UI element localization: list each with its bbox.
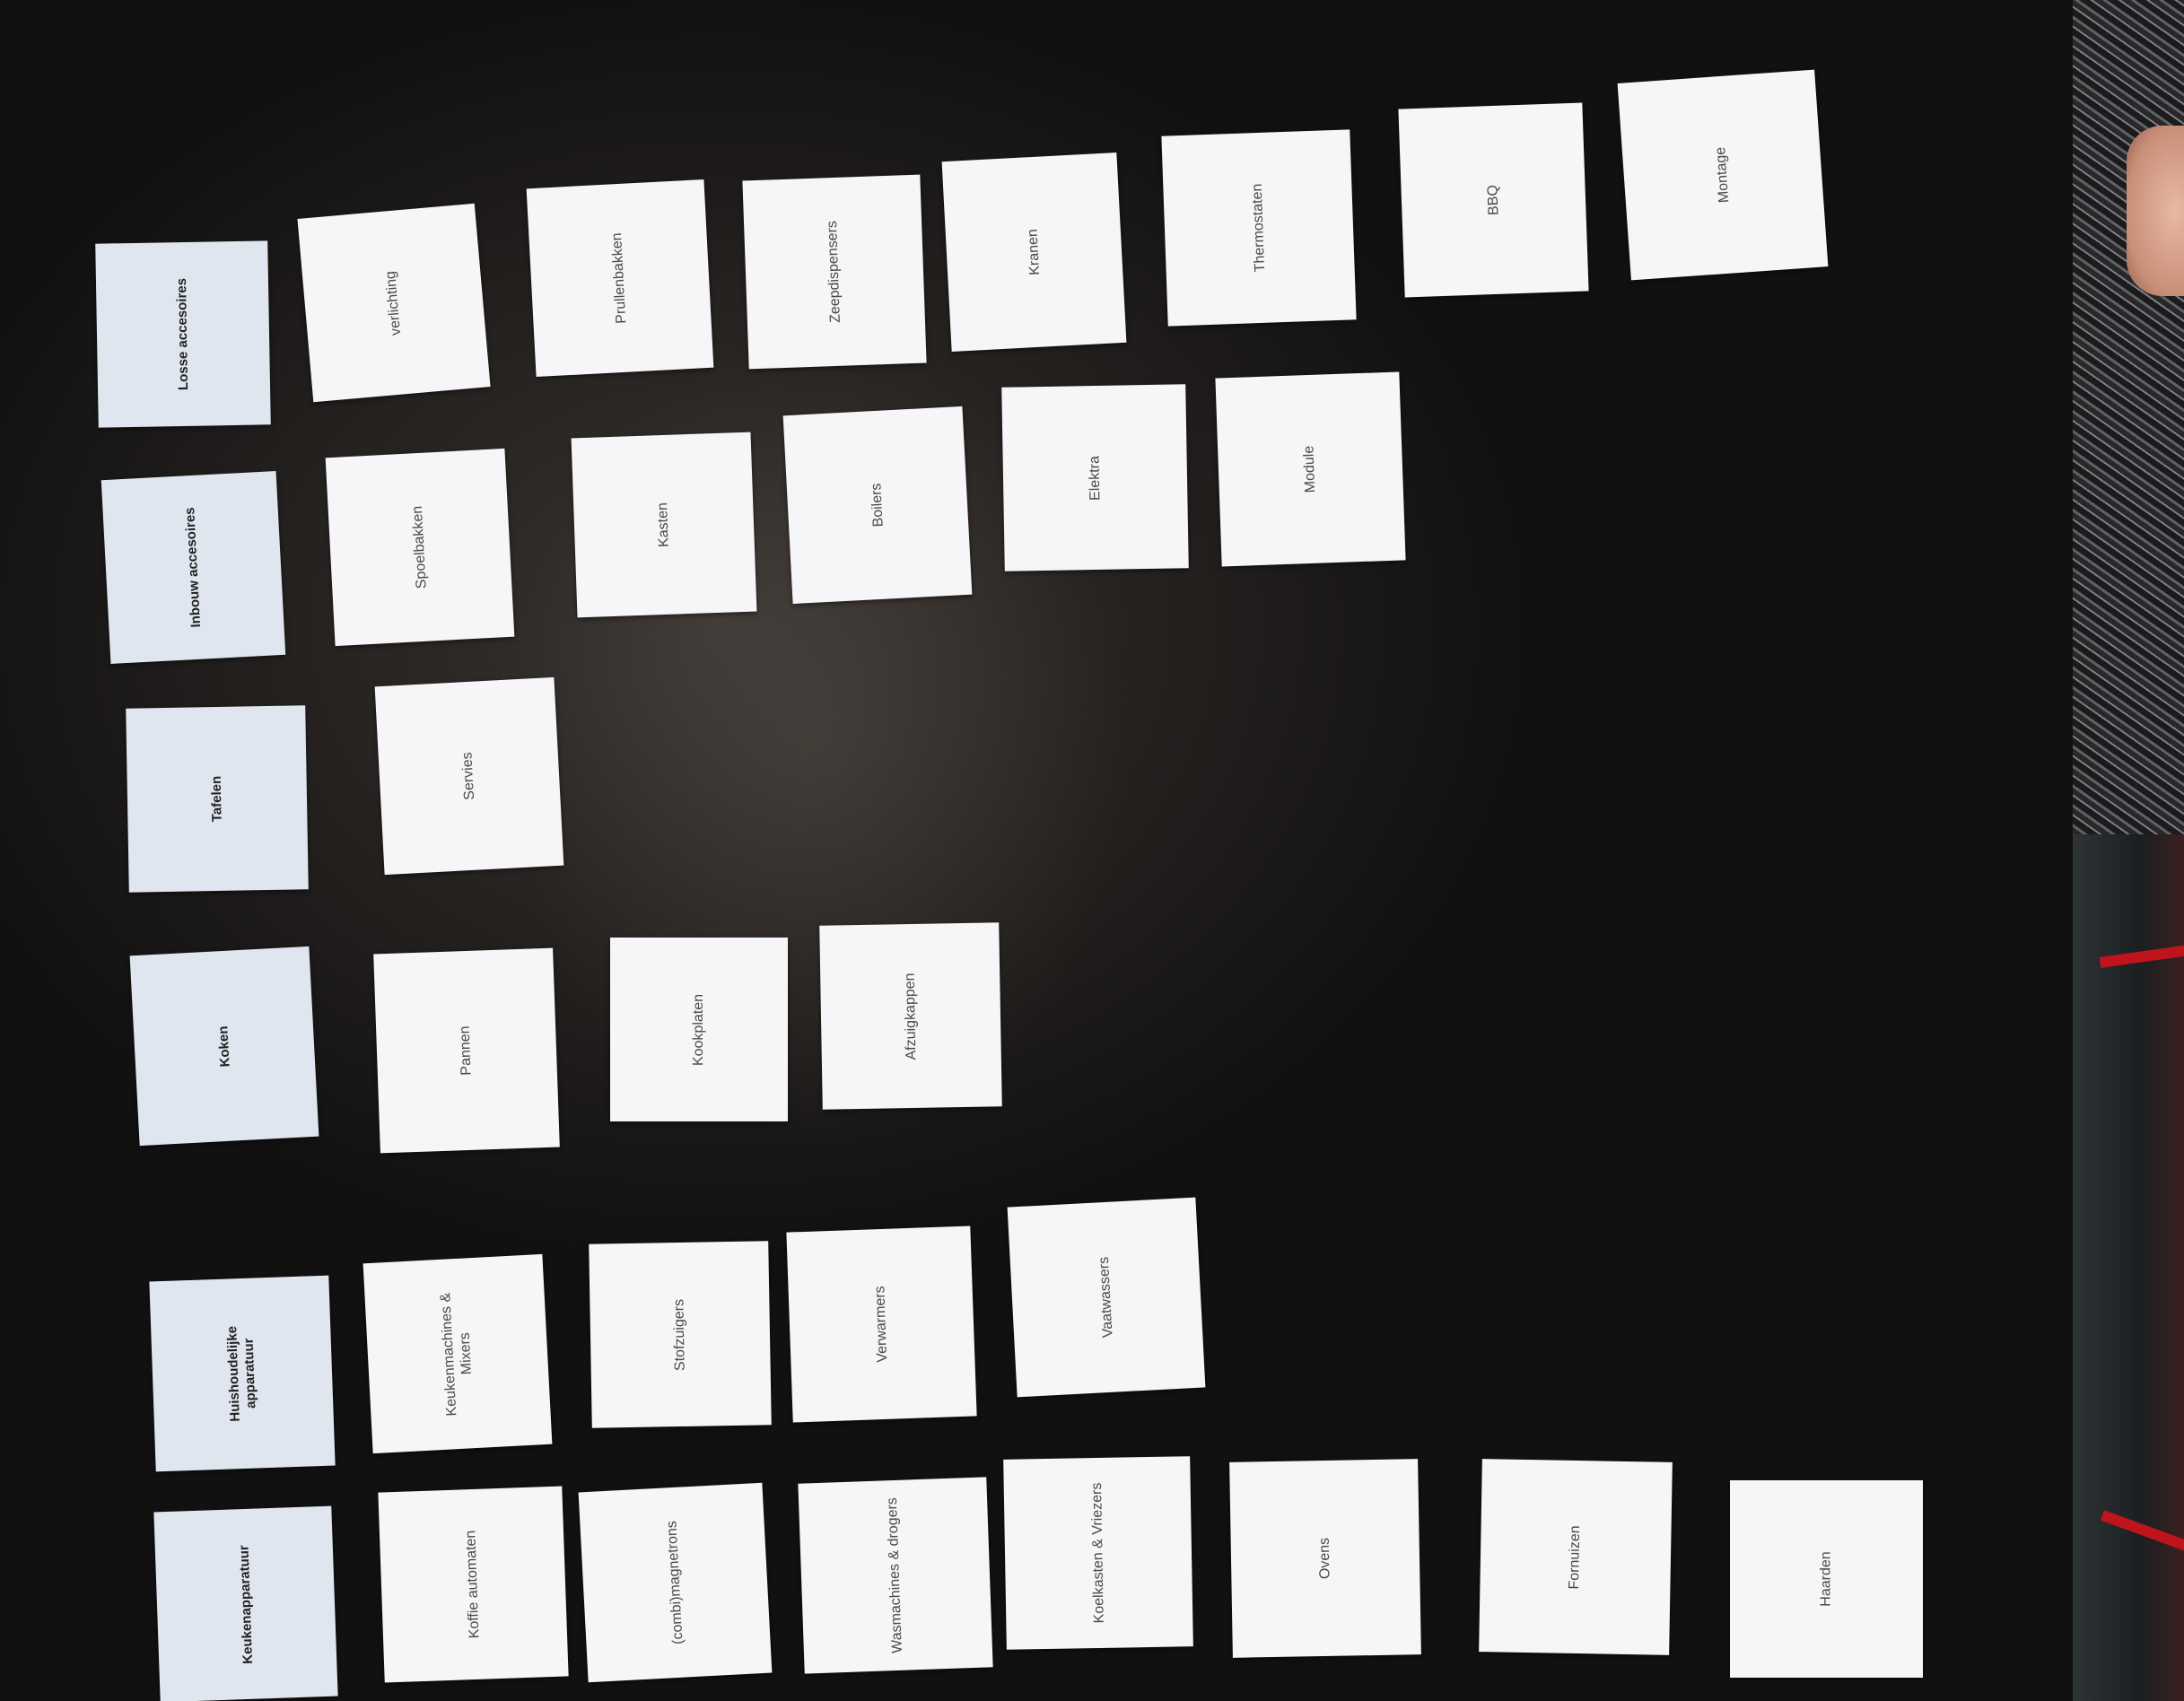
card-combi-magnetrons: (combi)magnetrons xyxy=(578,1482,773,1683)
card-label: Kookplaten xyxy=(691,993,706,1066)
card-verwarmers: Verwarmers xyxy=(786,1226,977,1423)
card-label: Spoelbakken xyxy=(409,505,430,589)
clothing-lower xyxy=(2073,834,2184,1701)
photo-scene: Losse accesoires verlichting Prullenbakk… xyxy=(0,0,2184,1701)
card-label: Koken xyxy=(215,1025,233,1068)
card-keukenmachines-mixers: Keukenmachines & Mixers xyxy=(363,1253,553,1454)
card-verlichting: verlichting xyxy=(297,203,491,403)
category-card-tafelen: Tafelen xyxy=(126,705,309,893)
card-wasmachines-drogers: Wasmachines & drogers xyxy=(798,1477,993,1674)
card-kasten: Kasten xyxy=(571,432,757,618)
card-koelkasten-vriezers: Koelkasten & Vriezers xyxy=(1003,1456,1193,1650)
card-label: Vaatwassers xyxy=(1096,1256,1116,1339)
card-stofzuigers: Stofzuigers xyxy=(589,1241,772,1428)
card-label: (combi)magnetrons xyxy=(663,1520,686,1645)
card-thermostaten: Thermostaten xyxy=(1161,129,1357,327)
category-card-huishoudelijke-apparatuur: Huishoudelijke apparatuur xyxy=(149,1275,336,1472)
card-bbq: BBQ xyxy=(1398,102,1589,298)
card-label: Verwarmers xyxy=(872,1286,890,1363)
card-afzuigkappen: Afzuigkappen xyxy=(819,922,1002,1110)
card-label: Ovens xyxy=(1316,1537,1333,1580)
card-label: Servies xyxy=(459,751,478,801)
card-spoelbakken: Spoelbakken xyxy=(325,448,515,647)
card-elektra: Elektra xyxy=(1001,384,1189,571)
card-label: Pannen xyxy=(458,1025,475,1076)
card-label: Module xyxy=(1301,445,1319,493)
category-card-keukenapparatuur: Keukenapparatuur xyxy=(153,1505,338,1701)
card-label: Inbouw accesoires xyxy=(182,507,205,628)
card-module: Module xyxy=(1215,371,1406,567)
card-pannen: Pannen xyxy=(373,947,560,1154)
card-vaatwassers: Vaatwassers xyxy=(1007,1197,1206,1398)
card-label: Keukenmachines & Mixers xyxy=(438,1292,476,1417)
card-label: Tafelen xyxy=(209,775,225,823)
card-label: Fornuizen xyxy=(1567,1524,1584,1590)
card-koffie-automaten: Koffie automaten xyxy=(378,1486,569,1683)
card-haarden: Haarden xyxy=(1730,1480,1923,1678)
card-label: Losse accesoires xyxy=(174,277,192,391)
card-label: Montage xyxy=(1712,146,1733,204)
card-label: Prullenbakken xyxy=(609,231,630,325)
card-servies: Servies xyxy=(374,676,564,876)
card-label: verlichting xyxy=(382,269,405,336)
card-label: Boilers xyxy=(868,483,887,528)
card-label: Zeepdispensers xyxy=(825,220,843,324)
card-label: Haarden xyxy=(1818,1551,1834,1607)
card-label: BBQ xyxy=(1484,184,1502,216)
card-label: Keukenapparatuur xyxy=(236,1544,256,1664)
card-fornuizen: Fornuizen xyxy=(1479,1459,1673,1655)
card-montage: Montage xyxy=(1617,69,1829,281)
card-label: Afzuigkappen xyxy=(902,972,919,1060)
category-card-inbouw-accesoires: Inbouw accesoires xyxy=(100,471,286,664)
card-label: Elektra xyxy=(1087,455,1103,501)
card-boilers: Boilers xyxy=(782,406,973,605)
category-card-koken: Koken xyxy=(129,946,319,1147)
card-label: Kasten xyxy=(655,502,672,548)
card-label: Kranen xyxy=(1025,228,1043,276)
card-label: Wasmachines & drogers xyxy=(884,1496,906,1654)
hand xyxy=(2127,126,2184,296)
category-card-losse-accesoires: Losse accesoires xyxy=(95,240,271,428)
card-label: Thermostaten xyxy=(1249,183,1268,273)
card-kranen: Kranen xyxy=(941,153,1127,352)
card-label: Koffie automaten xyxy=(463,1530,483,1639)
card-zeepdispensers: Zeepdispensers xyxy=(742,174,927,370)
card-label: Koelkasten & Vriezers xyxy=(1088,1482,1107,1624)
card-label: Huishoudelijke apparatuur xyxy=(224,1325,259,1422)
card-ovens: Ovens xyxy=(1229,1459,1421,1658)
card-kookplaten: Kookplaten xyxy=(610,938,788,1121)
card-prullenbakken: Prullenbakken xyxy=(526,179,714,378)
card-label: Stofzuigers xyxy=(671,1298,688,1371)
